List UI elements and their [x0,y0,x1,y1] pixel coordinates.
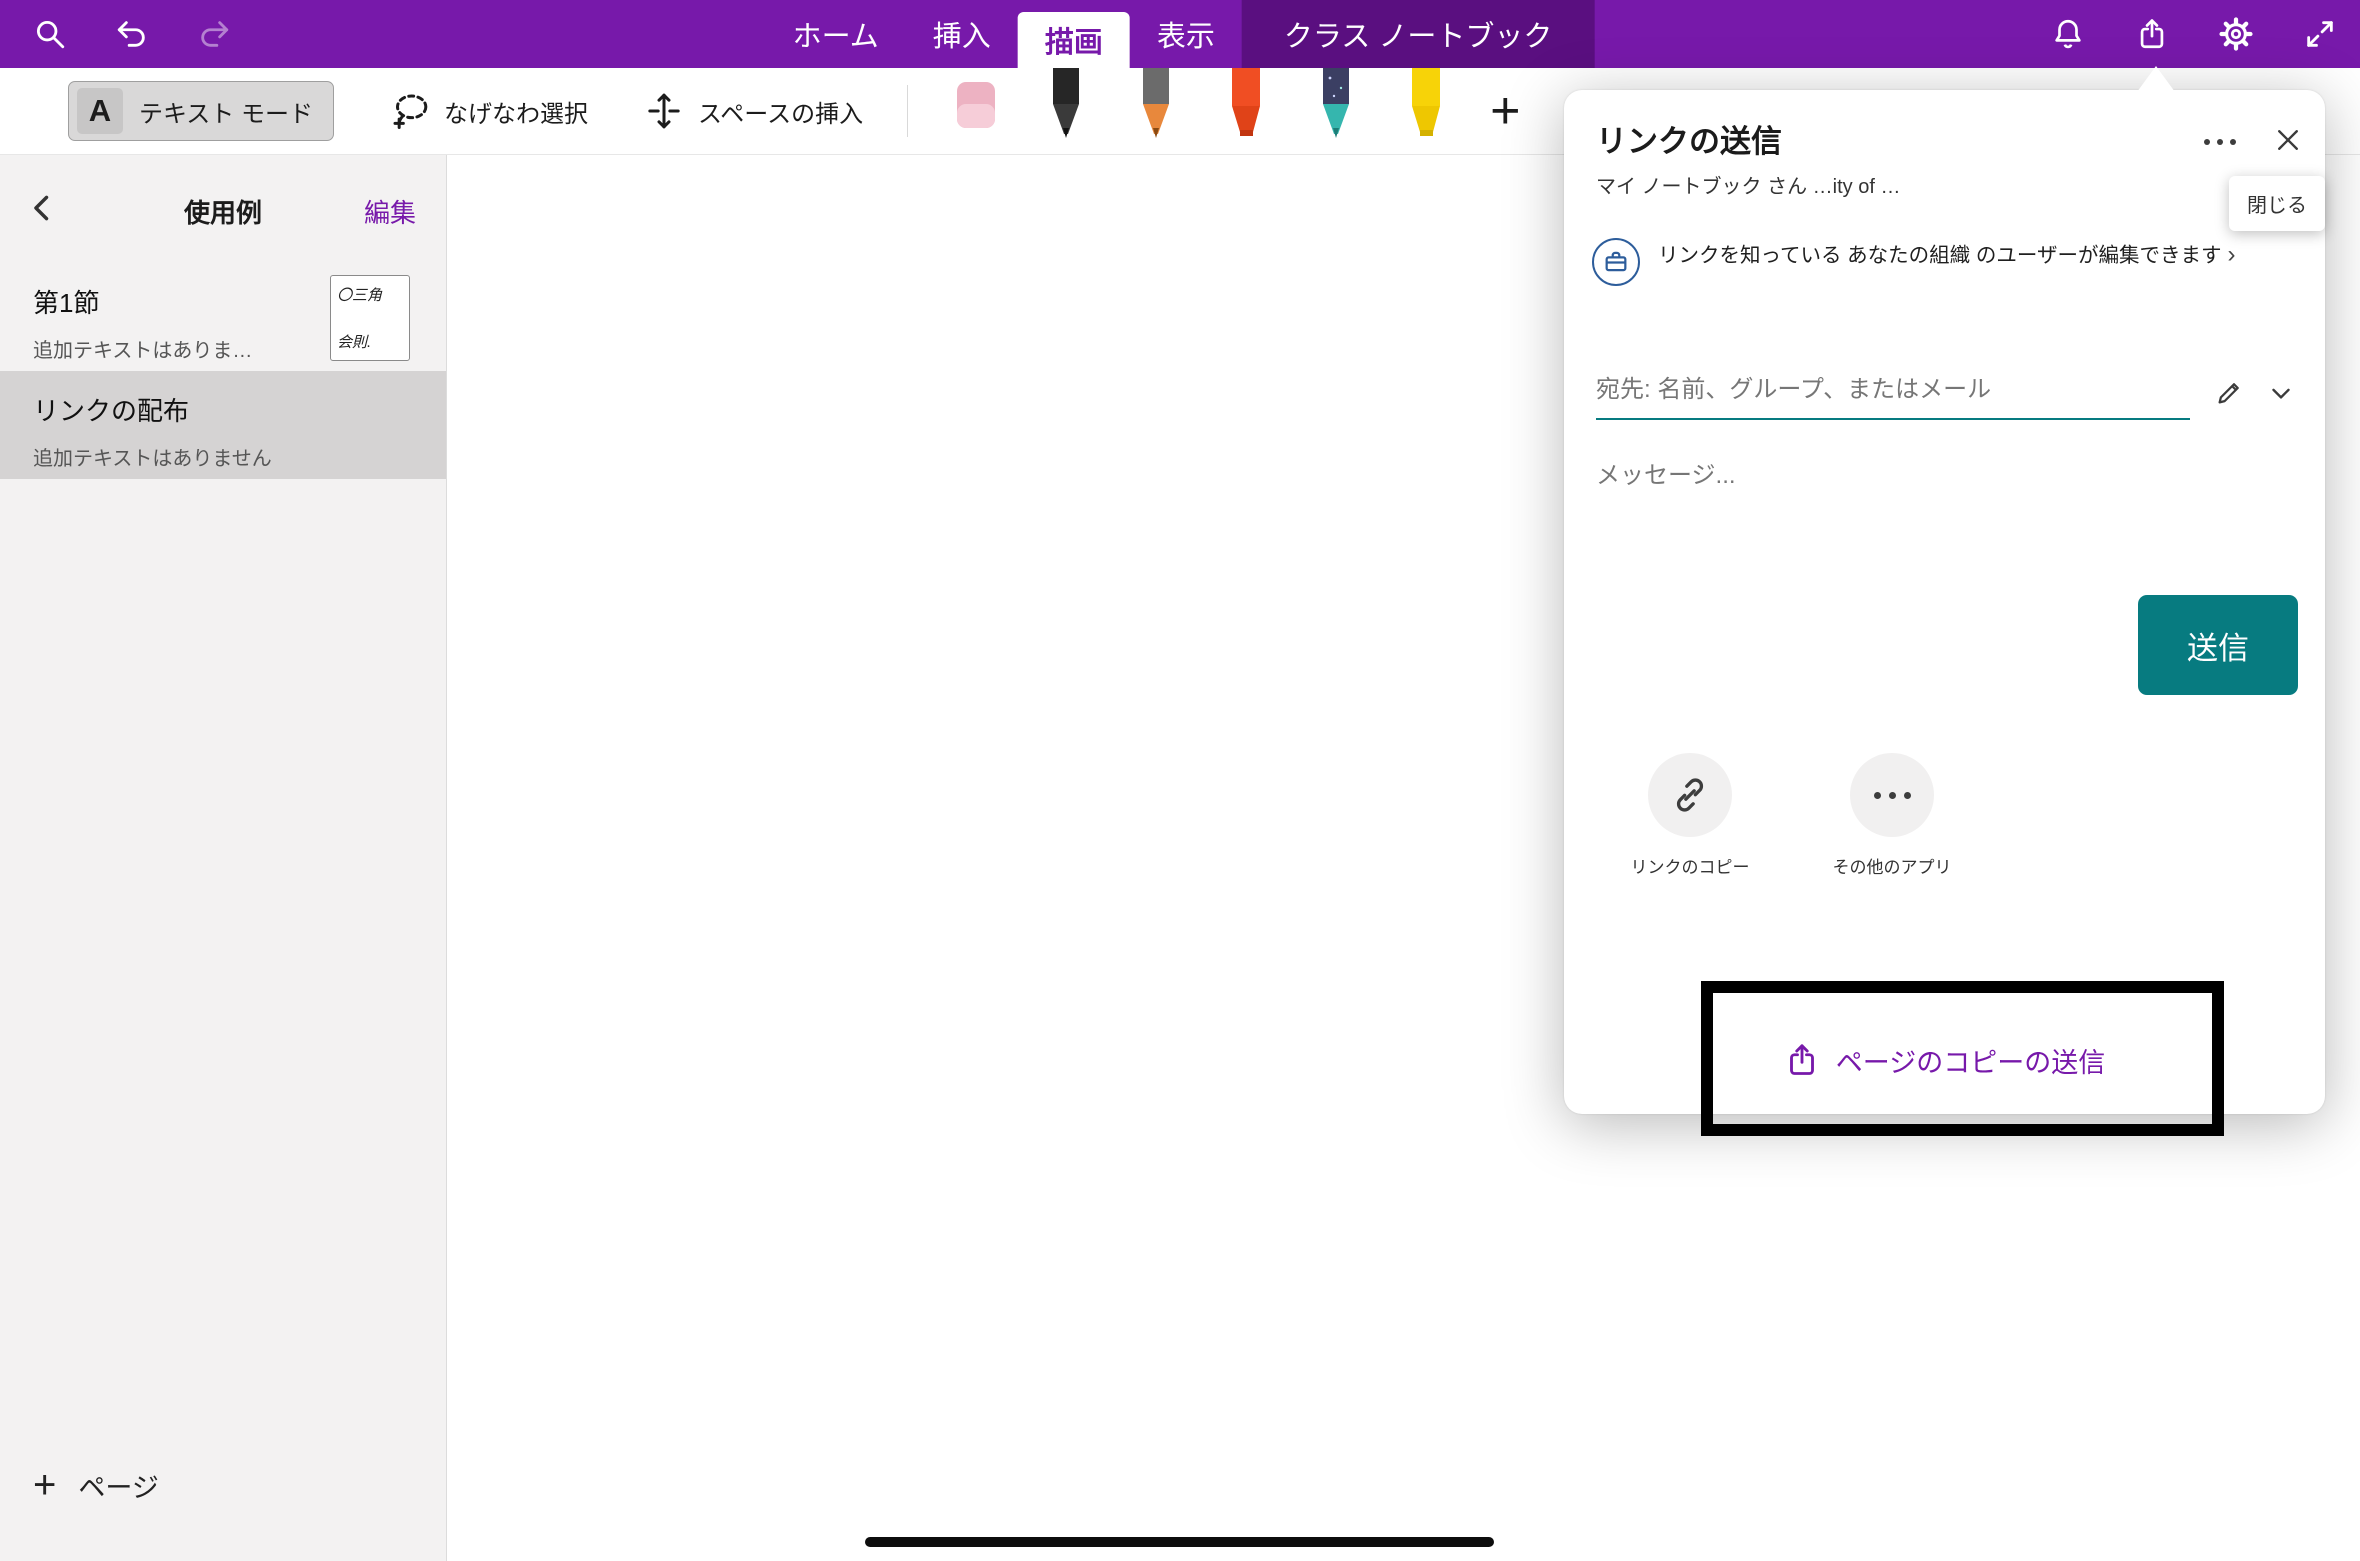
text-mode-a-icon: A [77,88,123,134]
send-link-panel: リンクの送信 マイ ノートブック さん …ity of … リンクを知っている … [1564,90,2325,1114]
pencil-edit-icon[interactable] [2214,378,2244,408]
tab-class-notebook[interactable]: クラス ノートブック [1242,0,1594,68]
highlighter-yellow-tool[interactable] [1398,68,1454,146]
home-indicator-bar[interactable] [865,1537,1494,1547]
chevron-down-icon[interactable] [2266,378,2296,408]
more-options-icon[interactable] [2200,122,2240,162]
add-pen-button[interactable]: + [1490,68,1520,155]
sidebar-header: 使用例 編集 [0,185,446,237]
dot [2204,139,2210,145]
insert-space-icon [644,91,684,131]
page-item-subtitle: 追加テキストはありません [33,442,316,471]
tab-draw[interactable]: 描画 [1018,12,1130,68]
close-tooltip: 閉じる [2229,176,2325,231]
chevron-right-icon: › [2227,241,2235,268]
page-thumbnail: 〇三角 会則. [330,275,410,361]
pen-galaxy-tool[interactable] [1308,68,1364,146]
ribbon-tabs: ホーム 挿入 描画 表示 クラス ノートブック [766,0,1595,68]
link-icon [1648,753,1732,837]
back-chevron-icon[interactable] [26,191,66,231]
highlighter-red-icon [1220,68,1272,146]
tab-home[interactable]: ホーム [766,0,906,68]
dot [1904,792,1911,799]
panel-title: リンクの送信 [1596,116,1782,161]
copy-link-button[interactable]: リンクのコピー [1602,753,1778,878]
add-page-label: ページ [78,1466,158,1505]
text-mode-label: テキスト モード [139,94,313,129]
dot [1874,792,1881,799]
send-page-copy-button[interactable]: ページのコピーの送信 [1564,1032,2325,1088]
share-panel-caret [2137,66,2175,92]
recipient-row-icons [2214,378,2296,420]
dot [2217,139,2223,145]
pen-orange-tool[interactable] [1128,68,1184,146]
eraser-icon [953,82,999,132]
lasso-icon [390,91,430,131]
page-item-section1[interactable]: 第1節 追加テキストはありま… 〇三角 会則. [0,263,446,371]
search-icon[interactable] [32,16,68,52]
share-icon[interactable] [2134,16,2170,52]
other-apps-label: その他のアプリ [1804,853,1980,878]
text-mode-button[interactable]: A テキスト モード [68,81,334,141]
permission-text: リンクを知っている あなたの組織 のユーザーが編集できます› [1658,238,2235,286]
insert-space-button[interactable]: スペースの挿入 [644,91,863,131]
page-list: 第1節 追加テキストはありま… 〇三角 会則. リンクの配布 追加テキストはあり… [0,263,446,479]
pen-black-icon [1040,68,1092,146]
page-list-sidebar: 使用例 編集 第1節 追加テキストはありま… 〇三角 会則. リンクの配布 追加… [0,155,447,1561]
add-page-button[interactable]: + ページ [33,1465,159,1505]
fullscreen-expand-icon[interactable] [2302,16,2338,52]
pen-galaxy-icon [1310,68,1362,146]
link-permission-row[interactable]: リンクを知っている あなたの組織 のユーザーが編集できます› [1592,238,2292,286]
message-row [1596,462,2236,490]
tab-insert[interactable]: 挿入 [906,0,1018,68]
highlighter-yellow-icon [1400,68,1452,146]
topbar-right-group [2050,0,2338,68]
close-icon[interactable] [2268,120,2308,160]
onenote-app: ホーム 挿入 描画 表示 クラス ノートブック A テキスト モード [0,0,2360,1561]
topbar-left-group [20,0,232,68]
eraser-tool[interactable] [948,82,1004,132]
edit-button[interactable]: 編集 [364,193,416,230]
recipient-row [1596,368,2296,420]
settings-gear-icon[interactable] [2218,16,2254,52]
ellipsis-icon [1850,753,1934,837]
thumbnail-scribble-1: 〇三角 [337,284,403,305]
copy-link-label: リンクのコピー [1602,853,1778,878]
page-item-title: 第1節 [33,283,316,320]
pen-orange-icon [1130,68,1182,146]
lasso-select-button[interactable]: なげなわ選択 [390,91,588,131]
recipient-input[interactable] [1596,368,2190,420]
send-button[interactable]: 送信 [2138,595,2298,695]
pen-tray [948,68,1454,155]
dot [2230,139,2236,145]
dot [1889,792,1896,799]
organization-briefcase-icon [1592,238,1640,286]
ribbon-divider [907,85,908,137]
tab-view[interactable]: 表示 [1130,0,1242,68]
insert-space-label: スペースの挿入 [698,94,863,129]
share-up-icon [1784,1042,1820,1078]
undo-icon[interactable] [114,16,150,52]
highlighter-red-tool[interactable] [1218,68,1274,146]
thumbnail-scribble-2: 会則. [337,331,403,352]
redo-icon[interactable] [196,16,232,52]
lasso-label: なげなわ選択 [444,94,588,129]
message-input[interactable] [1596,462,2236,490]
page-item-subtitle: 追加テキストはありま… [33,334,316,363]
page-item-link-distribution[interactable]: リンクの配布 追加テキストはありません [0,371,446,479]
page-item-title: リンクの配布 [33,391,316,428]
other-apps-button[interactable]: その他のアプリ [1804,753,1980,878]
notifications-bell-icon[interactable] [2050,16,2086,52]
notebook-subtitle: マイ ノートブック さん …ity of … [1596,170,2246,199]
pen-black-tool[interactable] [1038,68,1094,146]
top-app-bar: ホーム 挿入 描画 表示 クラス ノートブック [0,0,2360,68]
plus-icon: + [33,1465,56,1505]
send-page-copy-label: ページのコピーの送信 [1836,1041,2105,1080]
